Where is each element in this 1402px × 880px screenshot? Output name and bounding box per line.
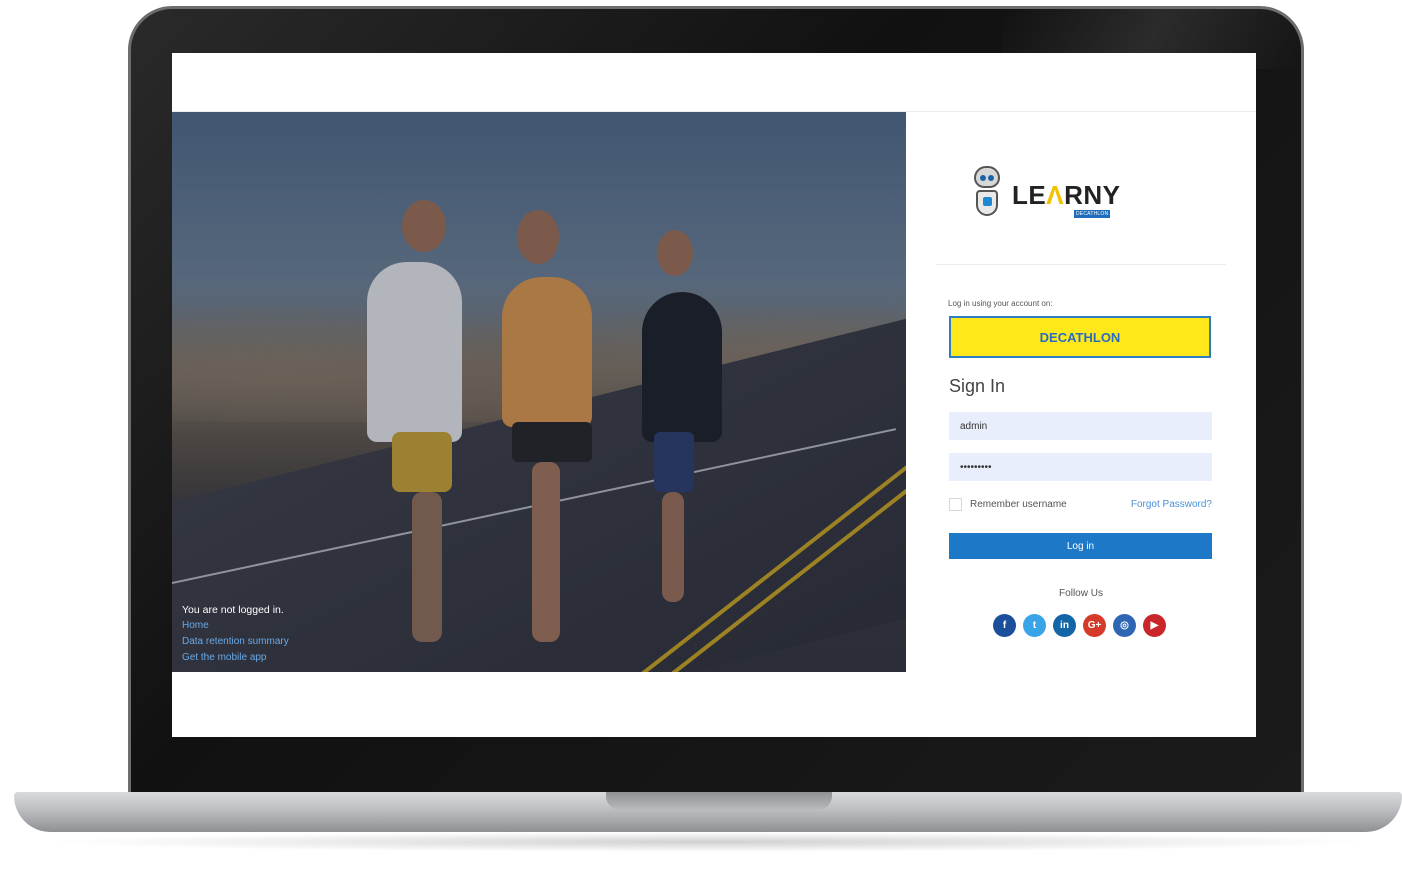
footer-links: You are not logged in. Home Data retenti… <box>182 602 289 666</box>
facebook-icon[interactable]: f <box>993 614 1016 637</box>
learny-logo: LEΛRNY DECATHLON <box>970 166 1120 226</box>
twitter-icon[interactable]: t <box>1023 614 1046 637</box>
laptop-notch <box>606 792 832 810</box>
log-in-button[interactable]: Log in <box>949 533 1212 559</box>
home-link[interactable]: Home <box>182 618 289 634</box>
instagram-icon[interactable]: ◎ <box>1113 614 1136 637</box>
login-panel: LEΛRNY DECATHLON Log in using your accou… <box>906 112 1256 672</box>
password-input[interactable] <box>949 453 1212 481</box>
forgot-password-link[interactable]: Forgot Password? <box>1131 499 1212 510</box>
google-plus-icon[interactable]: G+ <box>1083 614 1106 637</box>
screen: You are not logged in. Home Data retenti… <box>172 53 1256 737</box>
follow-us-label: Follow Us <box>1059 588 1103 599</box>
data-retention-link[interactable]: Data retention summary <box>182 634 289 650</box>
login-caption: Log in using your account on: <box>948 299 1053 308</box>
robot-icon <box>970 166 1004 222</box>
username-input[interactable] <box>949 412 1212 440</box>
youtube-icon[interactable]: ▶ <box>1143 614 1166 637</box>
social-icons: f t in G+ ◎ ▶ <box>993 614 1166 637</box>
page-header <box>172 53 1256 112</box>
sign-in-title: Sign In <box>949 376 1006 396</box>
divider <box>936 264 1226 265</box>
remember-username[interactable]: Remember username <box>949 498 1067 511</box>
login-status-text: You are not logged in. <box>182 604 284 616</box>
laptop-frame: You are not logged in. Home Data retenti… <box>0 0 1402 880</box>
mobile-app-link[interactable]: Get the mobile app <box>182 650 289 666</box>
remember-checkbox[interactable] <box>949 498 962 511</box>
hero-image: You are not logged in. Home Data retenti… <box>172 112 906 672</box>
decathlon-login-button[interactable]: DECATHLON <box>949 316 1211 358</box>
linkedin-icon[interactable]: in <box>1053 614 1076 637</box>
remember-label: Remember username <box>970 499 1067 510</box>
